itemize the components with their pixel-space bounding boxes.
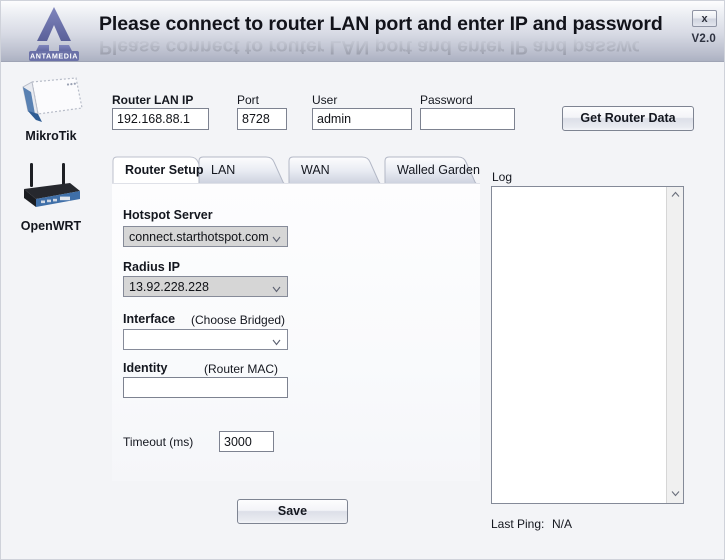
tab-wan-label: WAN — [301, 163, 330, 177]
tab-router-setup-label: Router Setup — [125, 163, 204, 177]
port-label: Port — [237, 93, 260, 107]
chevron-down-icon — [272, 336, 281, 346]
user-label: User — [312, 93, 338, 107]
interface-label: Interface — [123, 312, 176, 326]
identity-input[interactable] — [123, 377, 288, 398]
antamedia-logo-mark: ANTAMEDIA — [29, 7, 79, 61]
router-setup-window: ANTAMEDIA Please connect to router LAN p… — [0, 0, 725, 560]
save-button[interactable]: Save — [237, 499, 348, 524]
last-ping-label: Last Ping: — [491, 517, 545, 531]
tab-bar: Router Setup LAN WAN Walled Garden — [112, 156, 480, 184]
sidebar-item-openwrt-label: OpenWRT — [20, 219, 82, 233]
chevron-down-icon — [272, 233, 281, 243]
timeout-input[interactable] — [219, 431, 274, 452]
tab-lan-label: LAN — [211, 163, 236, 177]
radius-ip-label: Radius IP — [123, 260, 180, 274]
svg-text:ANTAMEDIA: ANTAMEDIA — [30, 52, 78, 61]
device-sidebar: MikroTik OpenWRT — [1, 63, 101, 559]
identity-label: Identity — [123, 361, 168, 375]
radius-ip-select[interactable]: 13.92.228.228 — [123, 276, 288, 297]
chevron-down-icon — [272, 283, 281, 293]
hotspot-server-select[interactable]: connect.starthotspot.com — [123, 226, 288, 247]
timeout-label: Timeout (ms) — [123, 435, 194, 449]
hotspot-server-value: connect.starthotspot.com — [129, 230, 269, 244]
sidebar-item-mikrotik-label: MikroTik — [25, 129, 77, 143]
router-lan-ip-label: Router LAN IP — [112, 93, 194, 107]
sidebar-item-mikrotik[interactable]: MikroTik — [1, 75, 101, 143]
scroll-up-icon[interactable] — [667, 187, 683, 204]
router-white-icon — [22, 77, 83, 122]
log-scrollbar[interactable] — [666, 187, 683, 503]
log-textarea[interactable] — [491, 186, 684, 504]
interface-hint: (Choose Bridged) — [191, 313, 286, 327]
version-label: V2.0 — [691, 33, 716, 45]
close-button[interactable]: x — [692, 10, 717, 27]
user-input[interactable] — [312, 108, 412, 130]
antamedia-logo: ANTAMEDIA — [11, 3, 97, 61]
router-black-antenna-icon — [24, 163, 80, 207]
router-lan-ip-input[interactable] — [112, 108, 209, 130]
tab-walled-garden-label: Walled Garden — [397, 163, 480, 177]
tab-walled-garden[interactable]: Walled Garden — [384, 156, 480, 184]
tab-wan[interactable]: WAN — [288, 156, 384, 184]
sidebar-item-openwrt[interactable]: OpenWRT — [1, 161, 101, 233]
get-router-data-button[interactable]: Get Router Data — [562, 106, 694, 131]
interface-select[interactable] — [123, 329, 288, 350]
hotspot-server-label: Hotspot Server — [123, 208, 213, 222]
window-title-reflection: Please connect to router LAN port and en… — [99, 36, 663, 58]
password-label: Password — [420, 93, 473, 107]
log-label: Log — [492, 170, 513, 184]
port-input[interactable] — [237, 108, 287, 130]
scroll-down-icon[interactable] — [667, 486, 683, 503]
tab-router-setup[interactable]: Router Setup — [112, 156, 210, 184]
window-header: ANTAMEDIA Please connect to router LAN p… — [1, 1, 724, 62]
radius-ip-value: 13.92.228.228 — [129, 280, 209, 294]
tab-lan[interactable]: LAN — [198, 156, 288, 184]
password-input[interactable] — [420, 108, 515, 130]
window-title: Please connect to router LAN port and en… — [99, 13, 663, 35]
identity-hint: (Router MAC) — [204, 362, 279, 376]
last-ping-value: N/A — [552, 517, 573, 531]
